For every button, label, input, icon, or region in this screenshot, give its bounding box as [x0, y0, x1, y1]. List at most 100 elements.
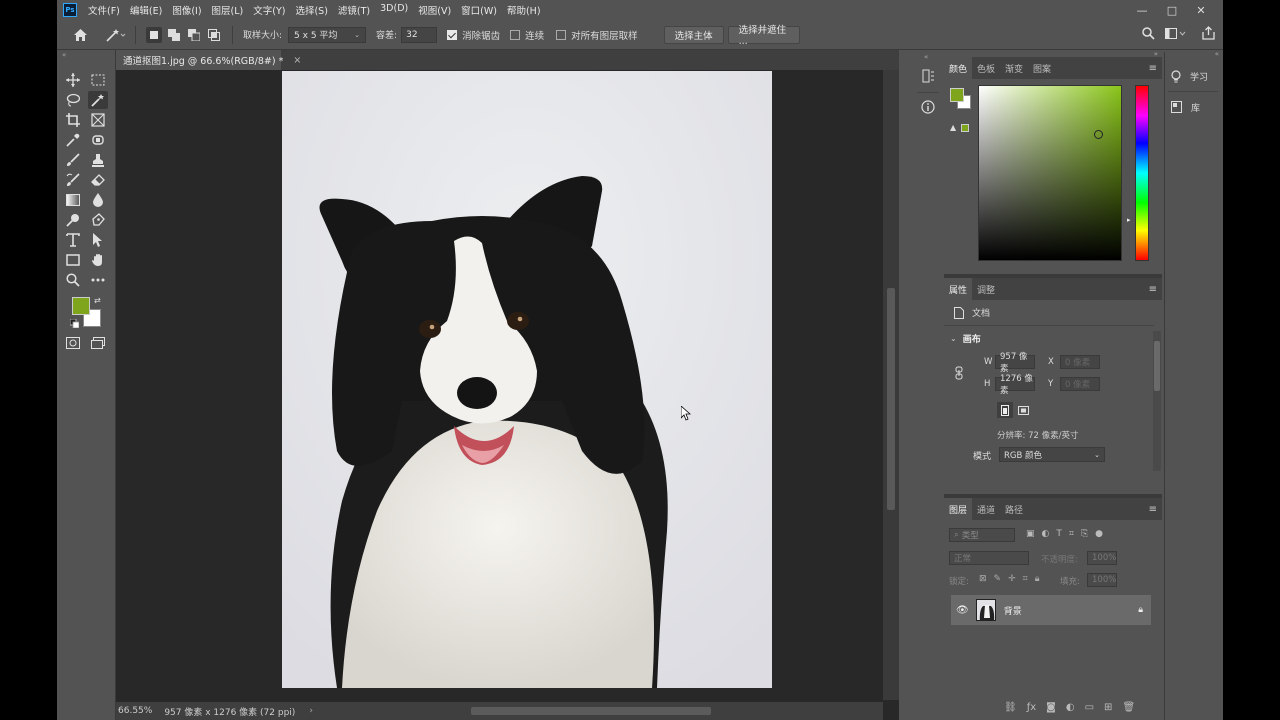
quick-mask-icon[interactable] — [63, 334, 83, 352]
layer-lock-icon[interactable]: 🔒︎ — [1138, 605, 1143, 615]
learn-panel-button[interactable]: 学习 — [1171, 66, 1208, 86]
more-tools-icon[interactable] — [88, 271, 108, 289]
color-panel-tab[interactable]: 渐变 — [1000, 57, 1028, 79]
history-brush-tool-icon[interactable] — [63, 171, 83, 189]
patch-tool-icon[interactable] — [88, 131, 108, 149]
color-panel-foreground-swatch[interactable] — [950, 88, 964, 102]
history-panel-icon[interactable] — [920, 68, 936, 84]
layer-style-icon[interactable]: ƒx — [1027, 702, 1036, 713]
brush-tool-icon[interactable] — [63, 151, 83, 169]
sample-all-layers-checkbox[interactable]: 对所有图层取样 — [556, 28, 638, 42]
lock-position-icon[interactable]: ✛ — [1008, 574, 1016, 584]
vertical-scrollbar[interactable] — [883, 70, 899, 700]
layer-row-background[interactable]: 👁︎ 背景 🔒︎ — [951, 595, 1151, 625]
search-icon[interactable] — [1142, 27, 1155, 43]
workspace-icon[interactable] — [1165, 28, 1187, 43]
menu-item[interactable]: 帮助(H) — [502, 3, 546, 17]
select-subject-button[interactable]: 选择主体 — [663, 25, 724, 44]
eyedropper-tool-icon[interactable] — [63, 131, 83, 149]
antialias-checkbox[interactable]: 消除锯齿 — [447, 28, 500, 42]
adjustment-layer-filter-icon[interactable]: ◐ — [1042, 529, 1050, 539]
lock-artboard-icon[interactable]: ⌗ — [1023, 574, 1028, 584]
y-input[interactable]: 0 像素 — [1060, 377, 1100, 391]
stamp-tool-icon[interactable] — [88, 151, 108, 169]
new-adjustment-layer-icon[interactable]: ◐ — [1066, 702, 1075, 713]
canvas-section-header[interactable]: ⌄ 画布 — [950, 332, 981, 345]
path-selection-tool-icon[interactable] — [88, 231, 108, 249]
layers-panel-tab[interactable]: 通道 — [972, 498, 1000, 520]
properties-scrollbar[interactable] — [1153, 331, 1161, 471]
new-group-icon[interactable]: ▭ — [1085, 702, 1094, 713]
hue-slider[interactable] — [1135, 85, 1149, 261]
color-panel-tab[interactable]: 色板 — [972, 57, 1000, 79]
landscape-orientation-icon[interactable] — [1015, 402, 1031, 418]
intersect-selection-mode[interactable] — [206, 27, 222, 43]
saturation-brightness-field[interactable] — [978, 85, 1122, 261]
menu-item[interactable]: 滤镜(T) — [333, 3, 375, 17]
zoom-tool-icon[interactable] — [63, 271, 83, 289]
home-icon[interactable] — [71, 26, 89, 44]
out-of-gamut-warning-icon[interactable]: ▲ — [950, 123, 956, 132]
pen-tool-icon[interactable] — [88, 211, 108, 229]
lock-transparency-icon[interactable]: ⊠ — [979, 574, 987, 584]
dodge-tool-icon[interactable] — [63, 211, 83, 229]
menu-item[interactable]: 文件(F) — [83, 3, 125, 17]
panel-menu-icon[interactable]: ≡ — [1149, 504, 1157, 515]
layer-filter-select[interactable]: ⌕ 类型 — [949, 528, 1015, 542]
portrait-orientation-icon[interactable] — [997, 402, 1013, 418]
width-input[interactable]: 957 像素 — [995, 352, 1035, 374]
rectangle-shape-tool-icon[interactable] — [63, 251, 83, 269]
collapse-arrows-icon[interactable]: « — [1215, 50, 1219, 58]
color-panel-tab[interactable]: 颜色 — [944, 57, 973, 79]
move-tool-icon[interactable] — [63, 71, 83, 89]
lock-all-icon[interactable]: 🔒︎ — [1035, 574, 1040, 584]
libraries-panel-button[interactable]: 库 — [1171, 97, 1200, 117]
hue-slider-marker[interactable]: ▸ — [1127, 216, 1131, 224]
frame-tool-icon[interactable] — [88, 111, 108, 129]
eye-visibility-icon[interactable]: 👁︎ — [956, 605, 969, 616]
lock-pixels-icon[interactable]: ✎ — [994, 574, 1002, 584]
opacity-input[interactable]: 100% — [1087, 551, 1117, 565]
smart-object-filter-icon[interactable]: ⎘ — [1081, 529, 1088, 539]
magic-wand-tool-icon[interactable] — [88, 91, 108, 109]
select-and-mask-button[interactable]: 选择并遮住 ... — [727, 25, 800, 47]
close-button[interactable]: ✕ — [1187, 0, 1215, 20]
menu-item[interactable]: 选择(S) — [290, 3, 332, 17]
sample-size-select[interactable]: 5 x 5 平均 ⌄ — [288, 26, 367, 43]
gradient-tool-icon[interactable] — [63, 191, 83, 209]
link-dimensions-icon[interactable] — [955, 366, 963, 383]
mode-select[interactable]: RGB 颜色 ⌄ — [999, 447, 1105, 462]
collapse-arrows-icon[interactable]: « — [62, 51, 66, 59]
zoom-level[interactable]: 66.55% — [118, 706, 152, 716]
eraser-tool-icon[interactable] — [88, 171, 108, 189]
link-layers-icon[interactable]: ⛓ — [1004, 702, 1017, 713]
menu-item[interactable]: 窗口(W) — [456, 3, 502, 17]
layer-name[interactable]: 背景 — [1004, 604, 1022, 617]
minimize-button[interactable]: — — [1128, 0, 1156, 20]
menu-item[interactable]: 3D(D) — [375, 3, 413, 17]
panel-menu-icon[interactable]: ≡ — [1149, 63, 1157, 74]
pixel-layer-filter-icon[interactable]: ▣ — [1026, 529, 1035, 539]
crop-tool-icon[interactable] — [63, 111, 83, 129]
lasso-tool-icon[interactable] — [63, 91, 83, 109]
collapse-arrows-icon[interactable]: « — [924, 53, 928, 61]
info-panel-icon[interactable] — [920, 99, 936, 115]
status-menu-arrow[interactable]: › — [309, 706, 313, 716]
swap-colors-icon[interactable]: ⇄ — [94, 296, 101, 305]
type-tool-icon[interactable] — [63, 231, 83, 249]
properties-panel-tab[interactable]: 调整 — [972, 278, 1000, 300]
hand-tool-icon[interactable] — [88, 251, 108, 269]
rectangle-marquee-tool-icon[interactable] — [88, 71, 108, 89]
subtract-selection-mode[interactable] — [186, 27, 202, 43]
properties-panel-tab[interactable]: 属性 — [944, 278, 973, 300]
menu-item[interactable]: 视图(V) — [413, 3, 456, 17]
fill-input[interactable]: 100% — [1087, 573, 1117, 587]
color-panel-tab[interactable]: 图案 — [1028, 57, 1056, 79]
new-selection-mode[interactable] — [146, 26, 162, 43]
color-picker-ring[interactable] — [1094, 130, 1103, 139]
vertical-scroll-thumb[interactable] — [887, 288, 895, 510]
menu-item[interactable]: 文字(Y) — [248, 3, 290, 17]
tolerance-input[interactable]: 32 — [401, 26, 438, 43]
menu-item[interactable]: 编辑(E) — [125, 3, 167, 17]
share-icon[interactable] — [1202, 26, 1215, 43]
